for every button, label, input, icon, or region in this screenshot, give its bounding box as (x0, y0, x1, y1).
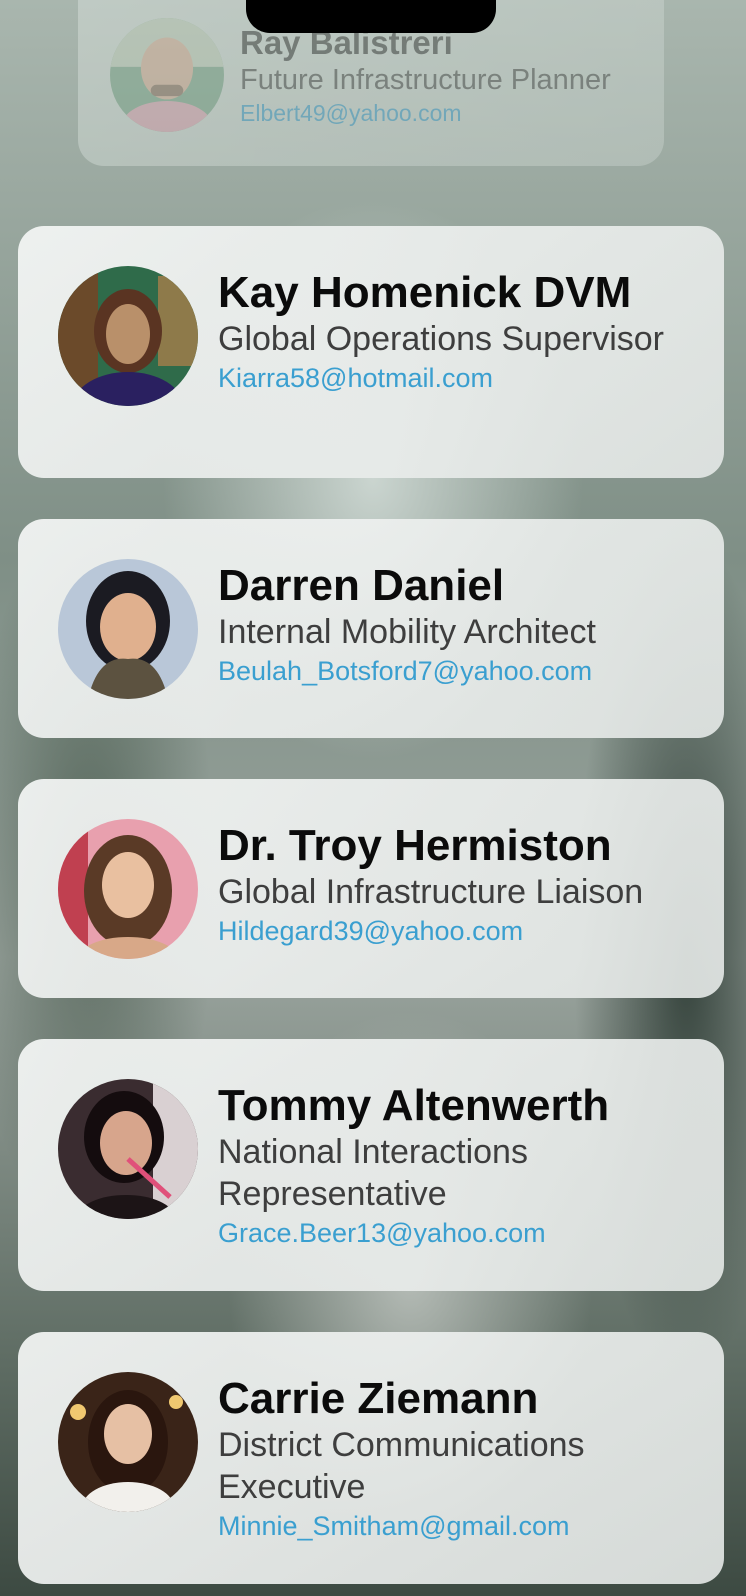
contact-card[interactable]: Tommy Altenwerth National Interactions R… (18, 1039, 724, 1291)
contact-name: Dr. Troy Hermiston (218, 821, 612, 870)
contact-card[interactable]: Carrie Ziemann District Communications E… (18, 1332, 724, 1584)
contact-name: Kay Homenick DVM (218, 268, 632, 317)
avatar (110, 18, 224, 132)
contact-email[interactable]: Kiarra58@hotmail.com (218, 360, 694, 396)
contact-email[interactable]: Beulah_Botsford7@yahoo.com (218, 653, 694, 689)
avatar (58, 819, 198, 959)
contact-card[interactable]: Dr. Troy Hermiston Global Infrastructure… (18, 779, 724, 998)
avatar (58, 559, 198, 699)
contact-email[interactable]: Hildegard39@yahoo.com (218, 913, 694, 949)
contact-title: District Communications Executive (218, 1426, 585, 1506)
contact-name: Carrie Ziemann (218, 1374, 539, 1423)
contact-email[interactable]: Minnie_Smitham@gmail.com (218, 1508, 694, 1544)
contact-card[interactable]: Darren Daniel Internal Mobility Architec… (18, 519, 724, 738)
avatar (58, 1372, 198, 1512)
contact-email[interactable]: Grace.Beer13@yahoo.com (218, 1215, 694, 1251)
contact-card[interactable]: Kay Homenick DVM Global Operations Super… (18, 226, 724, 478)
contact-name: Tommy Altenwerth (218, 1081, 610, 1130)
contact-title: Internal Mobility Architect (218, 613, 596, 651)
contact-title: Global Infrastructure Liaison (218, 873, 644, 911)
contact-title: Future Infrastructure Planner (240, 64, 611, 96)
contact-name: Darren Daniel (218, 561, 505, 610)
contact-title: National Interactions Representative (218, 1133, 528, 1213)
avatar (58, 1079, 198, 1219)
device-notch (246, 0, 496, 33)
contact-email[interactable]: Elbert49@yahoo.com (240, 98, 634, 128)
avatar (58, 266, 198, 406)
contact-title: Global Operations Supervisor (218, 320, 665, 358)
